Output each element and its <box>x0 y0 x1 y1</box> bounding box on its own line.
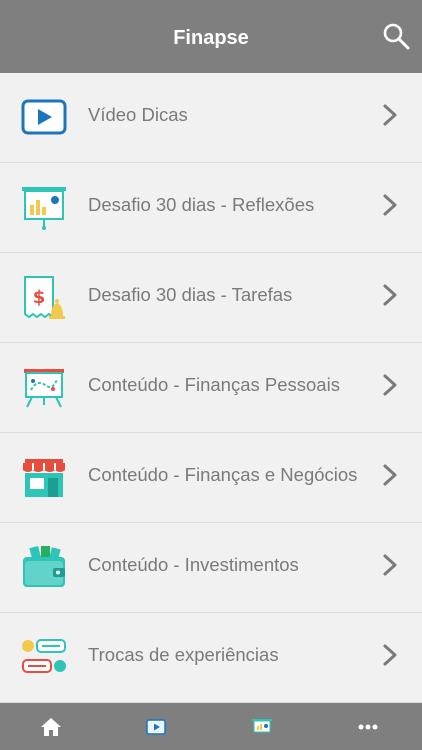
chevron-right-icon <box>383 644 397 666</box>
tab-video[interactable] <box>126 703 186 750</box>
menu-item-label: Desafio 30 dias - Tarefas <box>88 284 293 305</box>
home-icon <box>41 717 61 736</box>
menu-item-desafio-reflexoes[interactable]: Desafio 30 dias - Reflexões <box>0 163 422 253</box>
menu-list: Vídeo Dicas Desafio 30 dias - Reflexões … <box>0 73 422 703</box>
menu-item-financas-negocios[interactable]: Conteúdo - Finanças e Negócios <box>0 433 422 523</box>
menu-item-label: Vídeo Dicas <box>88 104 188 125</box>
whiteboard-icon <box>24 369 64 408</box>
video-play-icon <box>21 99 67 135</box>
presentation-icon <box>252 718 272 732</box>
menu-item-financas-pessoais[interactable]: Conteúdo - Finanças Pessoais <box>0 343 422 433</box>
menu-item-video-dicas[interactable]: Vídeo Dicas <box>0 73 422 163</box>
chevron-right-icon <box>383 104 397 126</box>
menu-item-investimentos[interactable]: Conteúdo - Investimentos <box>0 523 422 613</box>
app-header: Finapse <box>0 0 422 73</box>
menu-item-label: Conteúdo - Finanças e Negócios <box>88 464 358 485</box>
tab-presentation[interactable] <box>232 703 292 750</box>
more-icon <box>358 724 378 729</box>
search-icon[interactable] <box>382 22 410 50</box>
bottom-tab-bar <box>0 703 422 750</box>
receipt-bell-icon: $ <box>24 276 65 319</box>
menu-item-trocas-experiencias[interactable]: Trocas de experiências <box>0 613 422 703</box>
presentation-chart-icon <box>22 187 66 230</box>
page-title: Finapse <box>173 27 249 49</box>
chevron-right-icon <box>383 284 397 306</box>
chevron-right-icon <box>383 194 397 216</box>
svg-text:$: $ <box>33 287 46 308</box>
menu-item-label: Conteúdo - Finanças Pessoais <box>88 374 340 395</box>
chevron-right-icon <box>383 464 397 486</box>
wallet-money-icon <box>23 545 65 587</box>
tab-home[interactable] <box>21 703 81 750</box>
chevron-right-icon <box>383 554 397 576</box>
menu-item-label: Trocas de experiências <box>88 644 279 665</box>
menu-item-label: Conteúdo - Investimentos <box>88 554 299 575</box>
menu-item-label: Desafio 30 dias - Reflexões <box>88 194 315 215</box>
chevron-right-icon <box>383 374 397 396</box>
video-icon <box>146 718 166 735</box>
menu-item-desafio-tarefas[interactable]: $ Desafio 30 dias - Tarefas <box>0 253 422 343</box>
tab-more[interactable] <box>338 703 398 750</box>
chat-exchange-icon <box>22 639 66 673</box>
storefront-icon <box>23 459 65 497</box>
